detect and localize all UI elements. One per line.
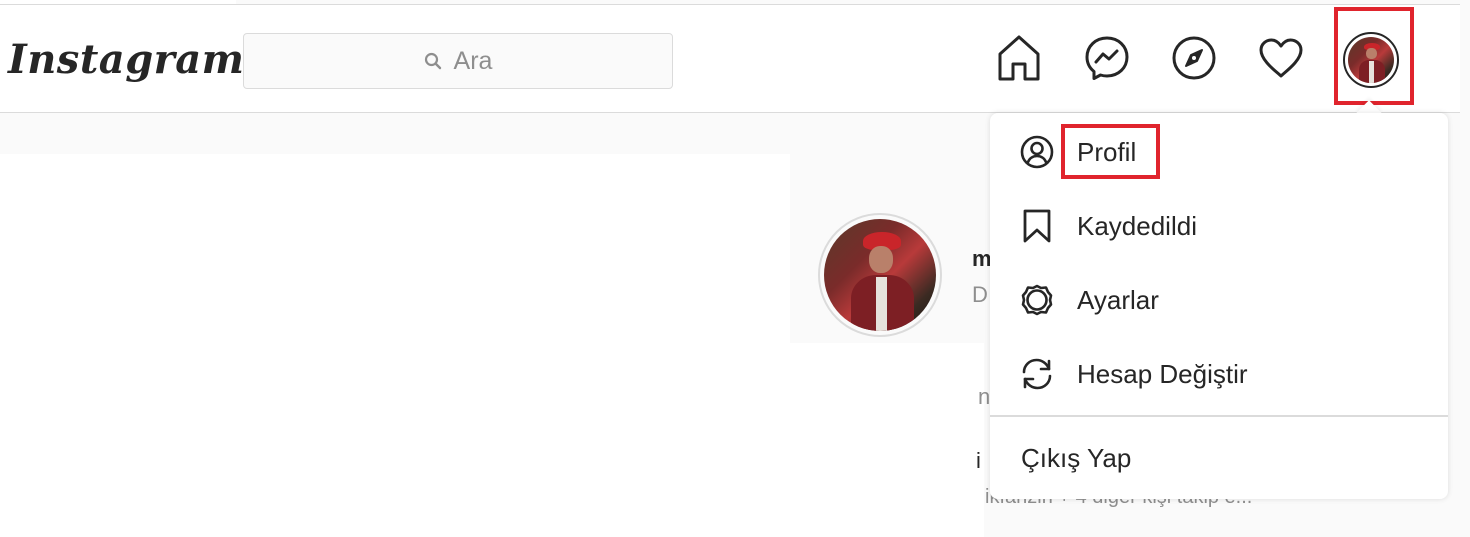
search-icon (424, 52, 442, 70)
heart-icon (1259, 38, 1303, 78)
profile-avatar-button[interactable] (1343, 32, 1399, 88)
profile-dropdown-menu: Profil Kaydedildi Ayarlar Hesap Değiştir… (990, 113, 1448, 499)
instagram-page: Instagram Ara m D n i Profil Kaydedildi … (0, 0, 1470, 537)
home-button[interactable] (995, 34, 1043, 82)
feed-area-lower (790, 343, 984, 537)
sidebar-partial-text: n (978, 384, 991, 409)
menu-item-logout[interactable]: Çıkış Yap (990, 421, 1448, 495)
avatar (824, 219, 936, 331)
messenger-icon (1085, 36, 1129, 80)
switch-account-icon (1020, 357, 1054, 391)
gear-icon (1020, 283, 1054, 317)
feed-area (0, 154, 790, 537)
menu-item-saved[interactable]: Kaydedildi (990, 189, 1448, 263)
bookmark-icon (1020, 209, 1054, 243)
avatar (1348, 37, 1394, 83)
suggestion-username[interactable]: i (976, 448, 981, 474)
top-navigation-bar: Instagram Ara (0, 4, 1460, 113)
search-input[interactable]: Ara (243, 33, 673, 89)
menu-item-settings[interactable]: Ayarlar (990, 263, 1448, 337)
menu-item-switch-account[interactable]: Hesap Değiştir (990, 337, 1448, 411)
menu-divider (990, 415, 1448, 417)
direct-messages-button[interactable] (1083, 34, 1131, 82)
compass-icon (1172, 36, 1216, 80)
explore-button[interactable] (1170, 34, 1218, 82)
menu-item-label: Profil (1077, 136, 1137, 167)
home-icon (998, 35, 1040, 81)
logout-label: Çıkış Yap (1021, 442, 1132, 473)
sidebar-fullname: D (972, 282, 988, 307)
activity-button[interactable] (1257, 34, 1305, 82)
sidebar-username[interactable]: m (972, 246, 992, 272)
menu-item-label: Ayarlar (1077, 284, 1159, 315)
instagram-logo[interactable]: Instagram (8, 25, 245, 95)
menu-item-label: Kaydedildi (1077, 210, 1197, 241)
sidebar-profile-avatar[interactable] (818, 213, 942, 337)
menu-item-label: Hesap Değiştir (1077, 358, 1248, 389)
profile-circle-icon (1020, 135, 1054, 169)
search-placeholder: Ara (453, 46, 493, 75)
menu-item-profile[interactable]: Profil (990, 115, 1448, 189)
